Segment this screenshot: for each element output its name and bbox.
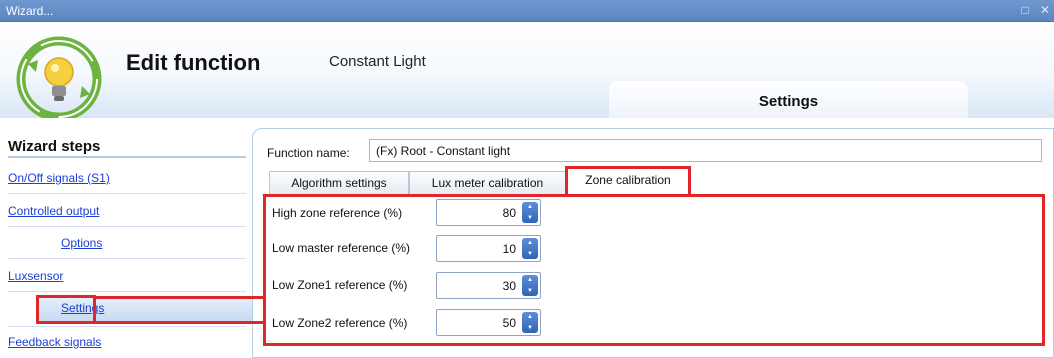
sidebar-item-onoff-signals[interactable]: On/Off signals (S1) xyxy=(8,171,110,193)
function-name-input[interactable] xyxy=(369,139,1042,162)
divider xyxy=(8,291,246,292)
window-controls[interactable]: □ ✕ xyxy=(1021,3,1054,17)
window-titlebar: Wizard... □ ✕ xyxy=(0,0,1054,22)
function-name-label: Function name: xyxy=(267,146,350,160)
page-title: Edit function xyxy=(126,50,261,75)
zone-tab-highlight xyxy=(565,166,691,197)
divider xyxy=(8,258,246,259)
sidebar-item-feedback-signals[interactable]: Feedback signals xyxy=(8,335,101,357)
callout-connector xyxy=(96,296,265,299)
divider xyxy=(8,193,246,194)
sidebar-heading: Wizard steps xyxy=(8,138,101,155)
window-title: Wizard... xyxy=(6,4,54,18)
divider xyxy=(8,326,246,327)
constant-light-logo-icon xyxy=(16,36,102,122)
settings-header-tab: Settings xyxy=(609,81,968,118)
divider xyxy=(8,226,246,227)
callout-connector xyxy=(96,321,265,324)
function-type: Constant Light xyxy=(329,53,426,70)
settings-step-highlight xyxy=(36,295,96,324)
zone-panel-highlight xyxy=(263,194,1045,346)
sidebar-item-luxsensor[interactable]: Luxsensor xyxy=(8,269,63,291)
tab-algorithm-settings[interactable]: Algorithm settings xyxy=(269,171,409,194)
sidebar-item-controlled-output[interactable]: Controlled output xyxy=(8,204,99,226)
tab-lux-meter-calibration[interactable]: Lux meter calibration xyxy=(409,171,566,194)
sidebar-item-options[interactable]: Options xyxy=(61,236,102,258)
